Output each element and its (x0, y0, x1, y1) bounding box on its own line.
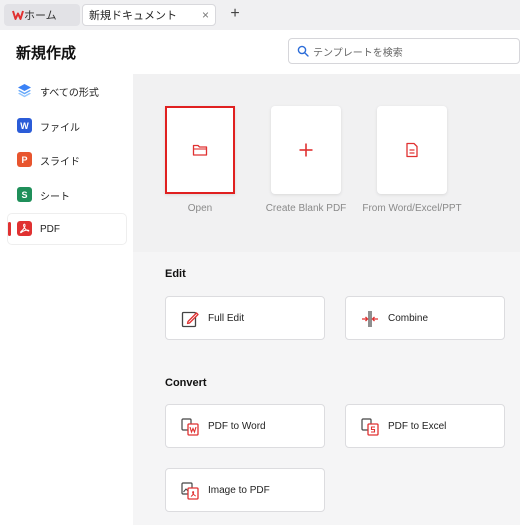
search-icon (297, 45, 309, 57)
pdf-to-word-icon (181, 418, 199, 436)
sidebar: すべての形式 W ファイル P スライド S シート PDF (0, 74, 132, 525)
convert-heading: Convert (165, 377, 207, 389)
sidebar-item-file[interactable]: W ファイル (8, 111, 126, 141)
word-icon: W (17, 118, 32, 133)
sheets-icon: S (17, 187, 32, 202)
from-office-card[interactable] (377, 106, 447, 194)
full-edit-label: Full Edit (208, 312, 245, 324)
pdf-to-word-label: PDF to Word (208, 420, 266, 432)
combine-icon (362, 311, 378, 327)
open-label: Open (187, 203, 213, 214)
open-card[interactable] (165, 106, 235, 194)
sidebar-item-label: スライド (40, 156, 80, 168)
sidebar-item-pdf[interactable]: PDF (8, 214, 126, 244)
pdf-icon (17, 221, 32, 236)
quick-actions: Open Create Blank PDF From Word/Excel/PP… (133, 74, 520, 252)
slides-icon: P (17, 152, 32, 167)
page-title: 新規作成 (16, 45, 77, 62)
image-to-pdf-label: Image to PDF (208, 484, 270, 496)
image-to-pdf-icon (181, 482, 199, 500)
pdf-to-word-button[interactable]: PDF to Word (165, 404, 325, 448)
tab-bar: ホーム 新規ドキュメント × + (0, 0, 520, 30)
sidebar-item-label: PDF (40, 223, 60, 235)
search-placeholder: テンプレートを検索 (313, 47, 403, 59)
search-input[interactable]: テンプレートを検索 (288, 38, 520, 64)
pdf-to-excel-icon (361, 418, 379, 436)
document-icon (406, 142, 418, 158)
sidebar-item-label: すべての形式 (40, 87, 99, 99)
sidebar-item-all-formats[interactable]: すべての形式 (8, 76, 126, 106)
add-tab-button[interactable]: + (228, 5, 242, 23)
sidebar-item-slides[interactable]: P スライド (8, 145, 126, 175)
create-blank-pdf-label: Create Blank PDF (265, 203, 347, 214)
tab-doc-label: 新規ドキュメント (89, 10, 177, 22)
close-icon[interactable]: × (202, 8, 209, 22)
from-office-label: From Word/Excel/PPT (362, 203, 462, 214)
tab-new-document[interactable]: 新規ドキュメント × (82, 4, 216, 26)
combine-label: Combine (388, 312, 429, 324)
image-to-pdf-button[interactable]: Image to PDF (165, 468, 325, 512)
plus-icon (299, 143, 313, 157)
pdf-to-excel-button[interactable]: PDF to Excel (345, 404, 505, 448)
sidebar-item-sheets[interactable]: S シート (8, 180, 126, 210)
edit-heading: Edit (165, 268, 186, 280)
folder-icon (192, 144, 208, 156)
layers-icon (18, 84, 31, 98)
edit-icon (181, 311, 199, 328)
sidebar-item-label: ファイル (40, 122, 80, 134)
main-content: Open Create Blank PDF From Word/Excel/PP… (133, 74, 520, 525)
full-edit-button[interactable]: Full Edit (165, 296, 325, 340)
wps-logo-icon (12, 10, 24, 20)
create-blank-pdf-card[interactable] (271, 106, 341, 194)
tab-home-label: ホーム (24, 10, 57, 22)
sidebar-item-label: シート (40, 191, 70, 203)
combine-button[interactable]: Combine (345, 296, 505, 340)
pdf-to-excel-label: PDF to Excel (388, 420, 447, 432)
tab-home[interactable]: ホーム (4, 4, 80, 26)
